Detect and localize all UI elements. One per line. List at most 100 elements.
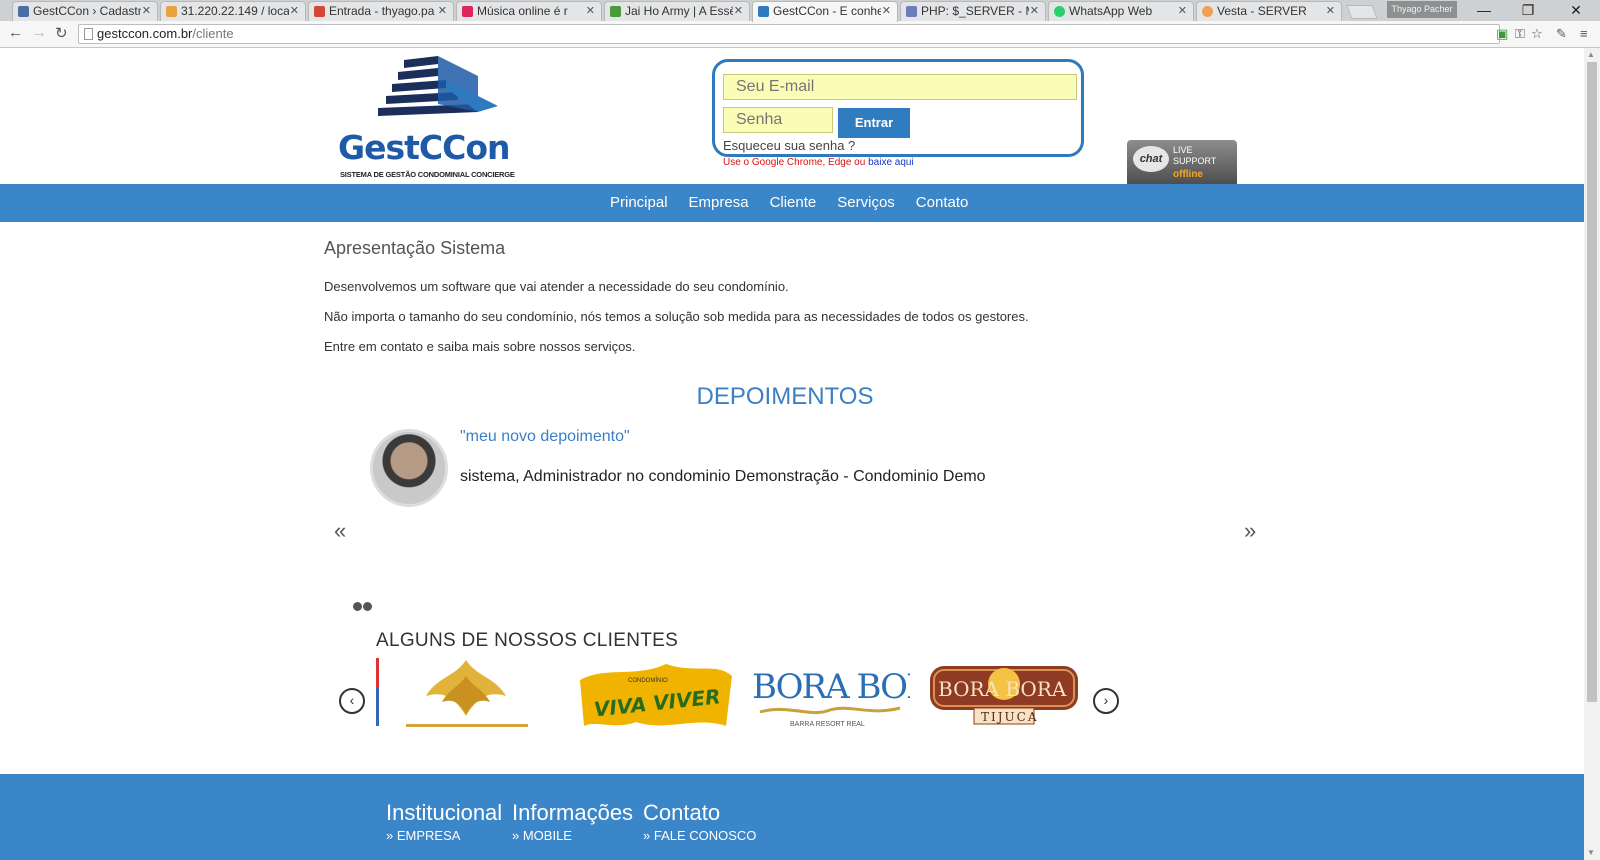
client-logo-ornament xyxy=(376,656,556,732)
chat-bubble-icon: chat xyxy=(1133,146,1169,172)
building-logo-icon xyxy=(378,56,498,116)
tijuca-text: TIJUCA xyxy=(981,710,1039,724)
client-logo-viva-viver: CONDOMÍNIO VIVA VIVER xyxy=(576,656,736,732)
bookmark-star-icon[interactable]: ☆ xyxy=(1531,26,1543,42)
page-scrollbar[interactable]: ▲ ▼ xyxy=(1584,48,1600,860)
footer: Institucional » EMPRESA Informações » MO… xyxy=(0,774,1584,860)
tab-title: Jai Ho Army | A Essê xyxy=(625,4,733,18)
tab-whatsapp[interactable]: WhatsApp Web ✕ xyxy=(1048,1,1194,21)
tab-close-icon[interactable]: ✕ xyxy=(1178,2,1187,21)
tab-favicon xyxy=(314,6,325,17)
testimonial-author: sistema, Administrador no condominio Dem… xyxy=(460,468,986,485)
tab-title: WhatsApp Web xyxy=(1069,4,1153,18)
nav-contato[interactable]: Contato xyxy=(916,184,969,222)
email-field[interactable] xyxy=(723,74,1077,100)
forgot-password-link[interactable]: Esqueceu sua senha ? xyxy=(723,138,855,153)
carousel-dot[interactable] xyxy=(363,602,372,611)
tab-title: Música online é r xyxy=(477,4,568,18)
client-logo-bora-bora-tijuca: BORA BORA TIJUCA xyxy=(928,656,1080,732)
tab-close-icon[interactable]: ✕ xyxy=(438,2,447,21)
restore-icon[interactable]: ❐ xyxy=(1506,0,1550,21)
page-icon xyxy=(84,28,93,40)
tab-vesta[interactable]: Vesta - SERVER ✕ xyxy=(1196,1,1342,21)
tijuca-bora-text: BORA BORA xyxy=(938,677,1067,701)
reload-icon[interactable]: ↻ xyxy=(55,24,68,42)
download-link[interactable]: baixe aqui xyxy=(868,157,914,168)
tab-title: PHP: $_SERVER - M xyxy=(921,4,1029,18)
tab-php-server[interactable]: PHP: $_SERVER - M ✕ xyxy=(900,1,1046,21)
back-icon[interactable]: ← xyxy=(8,24,23,41)
chat-status: offline xyxy=(1173,169,1203,180)
address-toolbar: ← → ↻ gestccon.com.br/cliente ▣ ⚿ ☆ ✎ ≡ xyxy=(0,21,1600,48)
section-title: Apresentação Sistema xyxy=(324,238,506,258)
extension-icon[interactable]: ▣ xyxy=(1496,26,1508,42)
gestccon-logo[interactable]: GestCCon SISTEMA DE GESTÃO CONDOMINIAL C… xyxy=(338,56,515,181)
tab-gmail[interactable]: Entrada - thyago.pa ✕ xyxy=(308,1,454,21)
tab-close-icon[interactable]: ✕ xyxy=(586,2,595,21)
tab-jai-ho-army[interactable]: Jai Ho Army | A Essê ✕ xyxy=(604,1,750,21)
tab-gestccon-active[interactable]: GestCCon - E conhe ✕ xyxy=(752,1,898,22)
profile-button[interactable]: Thyago Pacher xyxy=(1387,1,1457,18)
tab-close-icon[interactable]: ✕ xyxy=(142,2,151,21)
tab-close-icon[interactable]: ✕ xyxy=(882,2,891,21)
clients-next-icon[interactable]: › xyxy=(1093,688,1119,714)
testimonial-next-button[interactable]: » xyxy=(1244,518,1256,544)
carousel-dot[interactable] xyxy=(353,602,362,611)
nav-servicos[interactable]: Serviços xyxy=(837,184,895,222)
scroll-up-icon[interactable]: ▲ xyxy=(1587,50,1595,59)
tab-phpmyadmin[interactable]: 31.220.22.149 / loca ✕ xyxy=(160,1,306,21)
tab-favicon xyxy=(1054,6,1065,17)
clients-prev-icon[interactable]: ‹ xyxy=(339,688,365,714)
window-close-icon[interactable]: ✕ xyxy=(1554,0,1598,21)
nav-cliente[interactable]: Cliente xyxy=(770,184,817,222)
clients-title: ALGUNS DE NOSSOS CLIENTES xyxy=(376,630,679,651)
url-host: gestccon.com.br xyxy=(97,26,193,41)
tab-favicon xyxy=(906,6,917,17)
tab-close-icon[interactable]: ✕ xyxy=(1030,2,1039,21)
login-button[interactable]: Entrar xyxy=(838,108,910,138)
scroll-down-icon[interactable]: ▼ xyxy=(1587,848,1595,857)
bora-bora-subtitle: BARRA RESORT REAL xyxy=(790,721,865,728)
live-support-widget[interactable]: chat LIVE SUPPORT offline xyxy=(1127,140,1237,184)
paragraph: Desenvolvemos um software que vai atende… xyxy=(324,279,789,294)
nav-principal[interactable]: Principal xyxy=(610,184,668,222)
tab-title: GestCCon - E conhe xyxy=(773,4,881,18)
menu-icon[interactable]: ≡ xyxy=(1580,26,1588,41)
footer-column-informacoes: Informações » MOBILE xyxy=(512,800,633,843)
tab-gestccon-cadastro[interactable]: GestCCon › Cadastr ✕ xyxy=(12,1,158,21)
footer-link-empresa[interactable]: » EMPRESA xyxy=(386,828,502,843)
forward-icon[interactable]: → xyxy=(32,24,47,41)
footer-heading: Contato xyxy=(643,800,721,825)
bora-bora-text: BORA BORA xyxy=(752,667,910,707)
new-tab-button[interactable] xyxy=(1346,5,1378,19)
password-field[interactable] xyxy=(723,107,833,133)
paragraph: Não importa o tamanho do seu condomínio,… xyxy=(324,309,1029,324)
testimonial-prev-button[interactable]: « xyxy=(334,518,346,544)
key-icon[interactable]: ⚿ xyxy=(1515,26,1525,42)
footer-link-fale-conosco[interactable]: » FALE CONOSCO xyxy=(643,828,756,843)
testimonial-quote: "meu novo depoimento" xyxy=(460,428,630,445)
nav-empresa[interactable]: Empresa xyxy=(689,184,749,222)
tab-musica[interactable]: Música online é r ✕ xyxy=(456,1,602,21)
browser-note-text: Use o Google Chrome, Edge ou xyxy=(723,157,866,168)
presentation-section: Apresentação Sistema Desenvolvemos um so… xyxy=(324,238,1274,369)
scrollbar-thumb[interactable] xyxy=(1587,62,1597,702)
tab-favicon xyxy=(18,6,29,17)
footer-link-mobile[interactable]: » MOBILE xyxy=(512,828,633,843)
tab-close-icon[interactable]: ✕ xyxy=(290,2,299,21)
tab-favicon xyxy=(758,6,769,17)
tab-close-icon[interactable]: ✕ xyxy=(734,2,743,21)
tab-close-icon[interactable]: ✕ xyxy=(1326,2,1335,21)
client-logo-bora-bora: BORA BORA BARRA RESORT REAL xyxy=(750,656,957,732)
login-box: Entrar Esqueceu sua senha ? xyxy=(712,59,1084,157)
url-bar[interactable]: gestccon.com.br/cliente xyxy=(78,24,1500,44)
footer-heading: Institucional xyxy=(386,800,503,825)
extension-tool-icon[interactable]: ✎ xyxy=(1556,26,1567,42)
tab-favicon xyxy=(1202,6,1213,17)
carousel-dots xyxy=(353,598,373,616)
browser-tab-strip: GestCCon › Cadastr ✕ 31.220.22.149 / loc… xyxy=(0,0,1600,22)
avatar xyxy=(370,429,448,507)
minimize-icon[interactable]: — xyxy=(1462,0,1506,21)
main-nav: Principal Empresa Cliente Serviços Conta… xyxy=(0,184,1584,222)
tab-favicon xyxy=(166,6,177,17)
